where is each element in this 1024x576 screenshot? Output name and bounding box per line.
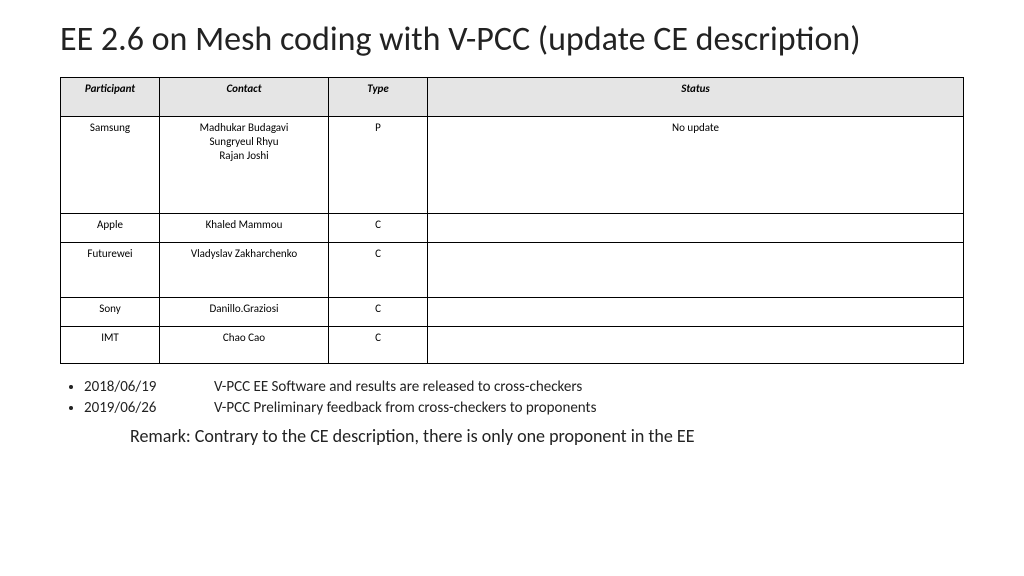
slide: EE 2.6 on Mesh coding with V-PCC (update… <box>0 0 1024 467</box>
cell-participant: IMT <box>61 327 160 364</box>
bullet-text: V-PCC Preliminary feedback from cross-ch… <box>214 399 596 417</box>
cell-status <box>428 243 964 298</box>
cell-type: P <box>329 117 428 214</box>
cell-participant: Apple <box>61 214 160 243</box>
table-row: Apple Khaled Mammou C <box>61 214 964 243</box>
cell-participant: Futurewei <box>61 243 160 298</box>
table-row: Sony Danillo.Graziosi C <box>61 298 964 327</box>
cell-contact: Vladyslav Zakharchenko <box>160 243 329 298</box>
cell-status <box>428 298 964 327</box>
cell-type: C <box>329 298 428 327</box>
cell-status <box>428 214 964 243</box>
page-title: EE 2.6 on Mesh coding with V-PCC (update… <box>60 20 964 59</box>
cell-contact: Madhukar BudagaviSungryeul RhyuRajan Jos… <box>160 117 329 214</box>
list-item: 2018/06/19 V-PCC EE Software and results… <box>84 378 964 396</box>
cell-type: C <box>329 327 428 364</box>
bullet-text: V-PCC EE Software and results are releas… <box>214 378 582 396</box>
table-row: Futurewei Vladyslav Zakharchenko C <box>61 243 964 298</box>
table-row: IMT Chao Cao C <box>61 327 964 364</box>
cell-contact: Danillo.Graziosi <box>160 298 329 327</box>
bullet-date: 2018/06/19 <box>84 378 174 396</box>
cell-status <box>428 327 964 364</box>
cell-type: C <box>329 243 428 298</box>
remark-text: Remark: Contrary to the CE description, … <box>130 425 964 447</box>
table-row: Samsung Madhukar BudagaviSungryeul RhyuR… <box>61 117 964 214</box>
table-header-row: Participant Contact Type Status <box>61 78 964 117</box>
header-status: Status <box>428 78 964 117</box>
cell-status: No update <box>428 117 964 214</box>
cell-participant: Samsung <box>61 117 160 214</box>
participant-table: Participant Contact Type Status Samsung … <box>60 77 964 364</box>
timeline-list: 2018/06/19 V-PCC EE Software and results… <box>66 378 964 417</box>
header-participant: Participant <box>61 78 160 117</box>
cell-contact: Chao Cao <box>160 327 329 364</box>
cell-type: C <box>329 214 428 243</box>
header-type: Type <box>329 78 428 117</box>
bullet-date: 2019/06/26 <box>84 399 174 417</box>
header-contact: Contact <box>160 78 329 117</box>
list-item: 2019/06/26 V-PCC Preliminary feedback fr… <box>84 399 964 417</box>
cell-participant: Sony <box>61 298 160 327</box>
cell-contact: Khaled Mammou <box>160 214 329 243</box>
